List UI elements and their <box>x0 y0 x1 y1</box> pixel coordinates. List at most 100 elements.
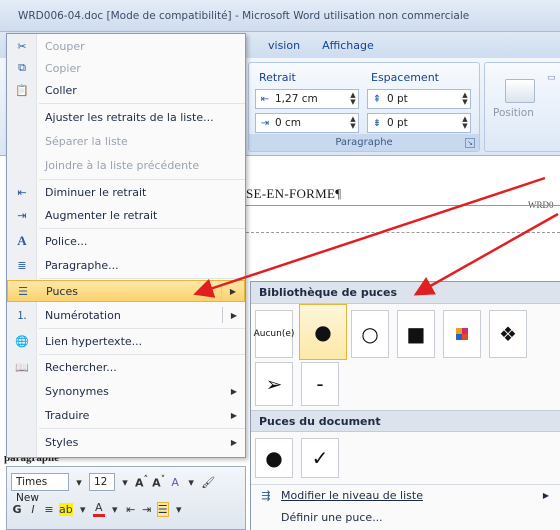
split-separator <box>221 284 222 300</box>
menu-separator <box>39 354 245 355</box>
italic-icon[interactable]: I <box>27 503 39 516</box>
bullet-diamond-cluster[interactable]: ❖ <box>489 310 527 358</box>
dropdown-arrow-icon[interactable]: ▾ <box>109 503 121 516</box>
center-align-icon[interactable]: ≡ <box>43 503 55 516</box>
submenu-arrow-icon: ▶ <box>229 286 236 296</box>
research-icon: 📖 <box>15 360 29 374</box>
decrease-indent-icon[interactable]: ⇤ <box>125 503 137 516</box>
menu-item-styles[interactable]: Styles ▶ <box>7 431 245 453</box>
context-menu: ✂ Couper ⧉ Copier 📋 Coller Ajuster les r… <box>6 33 246 458</box>
menu-item-modify-list-level[interactable]: ⇶ Modifier le niveau de liste ▶ <box>251 484 560 506</box>
spinner-arrows-icon[interactable]: ▲ ▼ <box>460 92 470 106</box>
menu-item-copier[interactable]: ⧉ Copier <box>7 57 245 79</box>
indent-left-icon: ⇤ <box>260 93 270 105</box>
submenu-arrow-icon: ▶ <box>230 410 237 420</box>
position-group: Position ▭ <box>484 62 560 152</box>
tab-revision[interactable]: vision <box>268 39 300 52</box>
menu-separator <box>39 428 245 429</box>
colored-quad-icon <box>456 328 468 340</box>
menu-separator <box>39 103 245 104</box>
menu-item-couper[interactable]: ✂ Couper <box>7 35 245 57</box>
menu-item-synonymes[interactable]: Synonymes ▶ <box>7 380 245 402</box>
menu-item-separer-liste[interactable]: Séparer la liste <box>7 130 245 152</box>
section-break-line <box>246 232 560 233</box>
document-bullets-title: Puces du document <box>251 410 560 432</box>
scissors-icon: ✂ <box>17 39 27 53</box>
bullet-filled-circle[interactable]: ● <box>299 304 347 360</box>
retrait-left-value: 1,27 cm <box>275 93 318 105</box>
dialog-launcher-icon[interactable]: ↘ <box>465 138 475 148</box>
bullet-square[interactable]: ■ <box>397 310 435 358</box>
retrait-right-spinner[interactable]: ⇥ 0 cm ▲ ▼ <box>255 113 359 133</box>
bullet-dash[interactable]: - <box>301 362 339 406</box>
submenu-arrow-icon: ▶ <box>542 491 549 500</box>
document-bullet-circle[interactable]: ● <box>255 438 293 478</box>
menu-item-numerotation[interactable]: ⒈ Numérotation ▶ <box>7 304 245 326</box>
increase-indent-icon[interactable]: ⇥ <box>141 503 153 516</box>
document-heading: SE-EN-FORME¶ <box>246 186 342 201</box>
menu-item-rechercher[interactable]: 📖 Rechercher... <box>7 356 245 378</box>
menu-item-coller[interactable]: 📋 Coller <box>7 79 245 101</box>
font-size-field[interactable]: 12 <box>89 473 115 491</box>
dropdown-arrow-icon[interactable]: ▾ <box>173 503 185 516</box>
tab-affichage[interactable]: Affichage <box>322 39 374 52</box>
mini-toolbar: Times New ▾ 12 ▾ A˄ A˅ A ▾ 🖌 G I ≡ ab ▾ … <box>6 466 246 530</box>
window-title: WRD006-04.doc [Mode de compatibilité] - … <box>18 9 470 22</box>
bullet-arrowhead[interactable]: ➢ <box>255 362 293 406</box>
position-icon[interactable] <box>505 79 535 103</box>
bullet-colored-quad[interactable] <box>443 310 481 358</box>
menu-item-joindre-liste[interactable]: Joindre à la liste précédente <box>7 154 245 176</box>
paste-icon: 📋 <box>15 83 29 97</box>
menu-item-define-bullet[interactable]: Définir une puce... <box>251 506 560 528</box>
espacement-after-spinner[interactable]: ⇟ 0 pt ▲ ▼ <box>367 113 471 133</box>
indent-right-icon: ⇥ <box>260 117 270 129</box>
menu-item-diminuer-retrait[interactable]: ⇤ Diminuer le retrait <box>7 181 245 203</box>
dropdown-arrow-icon[interactable]: ▾ <box>119 476 131 489</box>
espacement-before-spinner[interactable]: ⇞ 0 pt ▲ ▼ <box>367 89 471 109</box>
space-after-icon: ⇟ <box>372 117 382 129</box>
split-separator <box>222 307 223 323</box>
menu-item-paragraphe[interactable]: ≣ Paragraphe... <box>7 254 245 276</box>
dropdown-arrow-icon[interactable]: ▾ <box>77 503 89 516</box>
style-icon[interactable]: A <box>169 476 181 489</box>
bullet-none[interactable]: Aucun(e) <box>254 310 294 358</box>
document-bullet-check[interactable]: ✓ <box>301 438 339 478</box>
dropdown-arrow-icon[interactable]: ▾ <box>73 476 85 489</box>
retrait-label: Retrait <box>259 71 296 84</box>
space-before-icon: ⇞ <box>372 93 382 105</box>
menu-item-lien-hypertexte[interactable]: 🌐 Lien hypertexte... <box>7 330 245 352</box>
copy-icon: ⧉ <box>18 61 26 74</box>
paragraph-group: Retrait Espacement ⇤ 1,27 cm ▲ ▼ ⇥ 0 cm ▲… <box>248 62 480 152</box>
menu-item-puces[interactable]: ☰ Puces ▶ <box>7 280 245 302</box>
grow-font-icon[interactable]: A˄ <box>135 474 148 490</box>
numbering-icon: ⒈ <box>16 309 28 322</box>
espacement-label: Espacement <box>371 71 439 84</box>
espacement-after-value: 0 pt <box>387 117 408 129</box>
espacement-before-value: 0 pt <box>387 93 408 105</box>
spinner-arrows-icon[interactable]: ▲ ▼ <box>460 116 470 130</box>
shrink-font-icon[interactable]: A˅ <box>152 474 165 490</box>
spinner-arrows-icon[interactable]: ▲ ▼ <box>348 92 358 106</box>
bullet-hollow-circle[interactable]: ○ <box>351 310 389 358</box>
position-label[interactable]: Position <box>493 107 534 119</box>
retrait-left-spinner[interactable]: ⇤ 1,27 cm ▲ ▼ <box>255 89 359 109</box>
menu-item-traduire[interactable]: Traduire ▶ <box>7 404 245 426</box>
dropdown-arrow-icon[interactable]: ▾ <box>185 476 197 489</box>
paragraph-icon: ≣ <box>17 258 27 272</box>
font-color-icon[interactable]: A <box>92 501 105 517</box>
bullets-icon[interactable]: ☰ <box>156 501 169 517</box>
submenu-arrow-icon: ▶ <box>230 310 237 320</box>
menu-item-ajuster-retraits[interactable]: Ajuster les retraits de la liste... <box>7 106 245 128</box>
menu-item-police[interactable]: A Police... <box>7 230 245 252</box>
format-painter-icon[interactable]: 🖌 <box>201 476 215 489</box>
hyperlink-icon: 🌐 <box>15 334 29 348</box>
menu-separator <box>39 228 245 229</box>
spinner-arrows-icon[interactable]: ▲ ▼ <box>348 116 358 130</box>
font-name-field[interactable]: Times New <box>11 473 69 504</box>
list-level-icon: ⇶ <box>261 489 271 502</box>
menu-separator <box>39 179 245 180</box>
menu-item-augmenter-retrait[interactable]: ⇥ Augmenter le retrait <box>7 204 245 226</box>
bold-icon[interactable]: G <box>11 503 23 516</box>
highlight-icon[interactable]: ab <box>59 502 73 516</box>
arrange-icon[interactable]: ▭ <box>547 73 556 83</box>
